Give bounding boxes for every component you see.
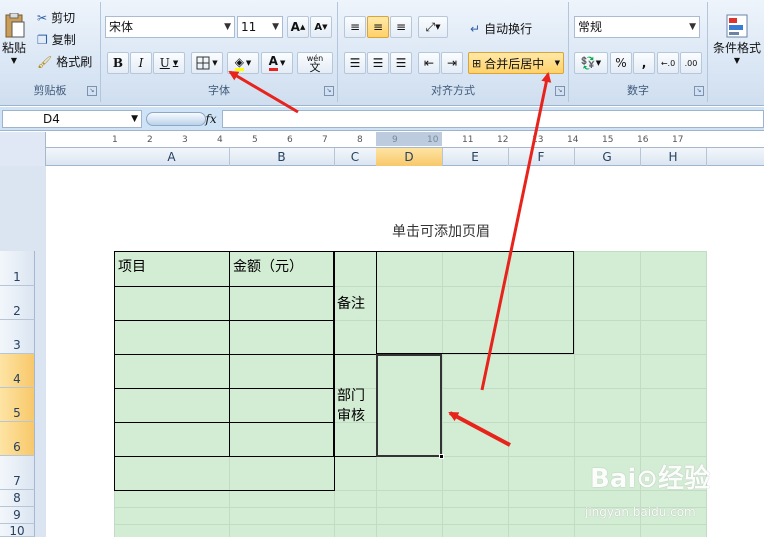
baidu-watermark-url: jingyan.baidu.com: [585, 505, 696, 519]
arrow-to-borders-button: [228, 70, 299, 114]
annotation-arrows: [228, 70, 552, 447]
arrow-to-selected-cell: [448, 411, 511, 447]
arrow-to-merge-button: [480, 72, 552, 391]
baidu-watermark-logo: Bai⊙经验: [590, 464, 711, 494]
